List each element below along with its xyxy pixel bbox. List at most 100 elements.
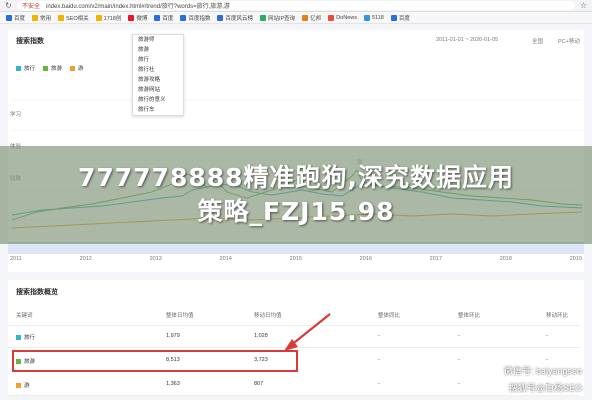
reload-icon[interactable]: ↻ bbox=[4, 1, 13, 10]
bookmark-item[interactable]: DoNews bbox=[328, 14, 357, 21]
bookmark-icon bbox=[95, 14, 102, 21]
suggestion-item[interactable]: 旅游师 bbox=[133, 35, 183, 45]
suggestion-item[interactable]: 旅游 bbox=[133, 45, 183, 55]
cell-text: 游 bbox=[24, 383, 30, 389]
timeline-year: 2016 bbox=[359, 256, 372, 262]
legend-item[interactable]: 旅行 bbox=[16, 64, 35, 72]
banner-line-2: 策略_FZJ15.98 bbox=[197, 197, 395, 226]
insecure-label[interactable]: 不安全 bbox=[22, 1, 40, 10]
timeline-year: 2014 bbox=[219, 256, 232, 262]
column-header: 整体同比 bbox=[378, 313, 401, 319]
region-select[interactable]: 全国 bbox=[532, 37, 543, 45]
bookmark-icon bbox=[302, 14, 309, 21]
annotation-arrow bbox=[284, 313, 331, 351]
legend-label: 游 bbox=[78, 66, 84, 72]
bookmark-item[interactable]: 百度 bbox=[390, 14, 410, 22]
bookmark-icon bbox=[217, 14, 224, 21]
cell-mmom: - bbox=[546, 357, 548, 363]
keyword-suggestion-dropdown[interactable]: 旅游师 旅游 旅行 旅行社 旅游攻略 旅游网站 旅行的意义 旅行车 bbox=[132, 34, 184, 116]
bookmark-icon bbox=[32, 14, 39, 21]
legend-swatch bbox=[16, 66, 21, 72]
cell-yoy: - bbox=[378, 357, 380, 363]
timeline-year: 2019 bbox=[569, 256, 582, 262]
cell-text: 1,363 bbox=[166, 381, 180, 387]
bookmark-icon bbox=[128, 14, 135, 21]
bookmark-item[interactable]: 百度 bbox=[6, 14, 25, 22]
bookmark-label: DoNews bbox=[336, 14, 357, 21]
bookmarks-bar: 百度 常用 SEO相关 1718创 微博 百度 百度指数 百度风云榜 网站IP查询 亿邦 DoNew… bbox=[0, 12, 592, 24]
bookmark-icon bbox=[180, 14, 187, 21]
legend-item[interactable]: 游 bbox=[70, 64, 84, 72]
suggestion-item[interactable]: 旅行车 bbox=[133, 105, 183, 115]
wechat-watermark: 微信号: baiyangseo bbox=[503, 366, 582, 376]
bookmark-icon bbox=[6, 14, 12, 21]
bookmark-label: 百度风云榜 bbox=[225, 15, 253, 22]
suggestion-item[interactable]: 旅行的意义 bbox=[133, 95, 183, 105]
bookmark-label: SEO相关 bbox=[66, 15, 89, 22]
legend-label: 旅行 bbox=[24, 66, 36, 72]
search-index-title: 搜索指数 bbox=[16, 38, 44, 45]
cell-text: 3,723 bbox=[254, 357, 268, 363]
cell-text: - bbox=[546, 357, 548, 363]
bookmark-item[interactable]: 微博 bbox=[128, 14, 147, 22]
cell-text: 旅行 bbox=[24, 335, 36, 341]
cell-text: - bbox=[458, 381, 460, 387]
cell-text: 807 bbox=[254, 381, 264, 387]
cell-mmom: - bbox=[546, 333, 548, 339]
timeline-years: 2011 2012 2013 2014 2015 2016 2017 2018 2019 bbox=[8, 256, 584, 262]
table-row[interactable]: 旅游 8,513 3,723 - - - bbox=[12, 350, 548, 372]
legend-swatch bbox=[70, 66, 76, 72]
bookmark-label: 百度 bbox=[14, 15, 26, 22]
bookmark-item[interactable]: 5118 bbox=[363, 14, 384, 21]
timeline-year: 2018 bbox=[499, 256, 512, 262]
bookmark-item[interactable]: 网站IP查询 bbox=[259, 14, 296, 22]
date-range[interactable]: 2011-01-01 ~ 2020-01-05 bbox=[436, 37, 498, 43]
bookmark-label: 百度 bbox=[162, 15, 174, 22]
legend-item[interactable]: 旅游 bbox=[43, 64, 62, 72]
bookmark-item[interactable]: SEO相关 bbox=[58, 14, 89, 22]
suggestion-item[interactable]: 旅游网站 bbox=[133, 85, 183, 95]
bookmark-icon bbox=[58, 14, 65, 21]
column-header: 整体日均值 bbox=[166, 313, 194, 319]
cell-text: 旅游 bbox=[24, 359, 36, 365]
bookmark-label: 百度指数 bbox=[188, 15, 211, 22]
device-select[interactable]: PC+移动 bbox=[558, 37, 580, 45]
cell-text: - bbox=[458, 333, 460, 339]
cell-daily: 8,513 bbox=[166, 357, 180, 363]
bookmark-item[interactable]: 百度 bbox=[154, 14, 173, 22]
url-field[interactable]: 不安全 index.baidu.com/v2/main/index.html#/… bbox=[17, 1, 575, 10]
bookmark-item[interactable]: 亿邦 bbox=[302, 14, 321, 22]
url-text: index.baidu.com/v2/main/index.html#/tren… bbox=[46, 4, 230, 10]
bookmark-item[interactable]: 百度指数 bbox=[180, 14, 210, 22]
cell-mobile: 807 bbox=[254, 381, 263, 387]
cell-text: - bbox=[458, 357, 460, 363]
timeline-slider[interactable]: 2011 2012 2013 2014 2015 2016 2017 2018 2019 bbox=[8, 242, 584, 268]
star-icon[interactable]: ☆ bbox=[579, 1, 588, 10]
cell-keyword: 旅游 bbox=[16, 357, 35, 365]
suggestion-item[interactable]: 旅行社 bbox=[133, 65, 183, 75]
cell-text: - bbox=[378, 357, 380, 363]
chart-legend: 旅行 旅游 游 bbox=[16, 64, 84, 72]
cell-text: 1,028 bbox=[254, 333, 268, 339]
table-row[interactable]: 游 1,363 807- - - bbox=[8, 374, 580, 396]
bookmark-item[interactable]: 常用 bbox=[32, 14, 51, 22]
bookmark-icon bbox=[259, 14, 266, 21]
cell-mom: - bbox=[458, 333, 460, 339]
cell-text: - bbox=[378, 333, 380, 339]
cell-keyword: 游 bbox=[16, 381, 30, 389]
bookmark-icon bbox=[328, 14, 335, 21]
legend-label: 旅游 bbox=[51, 66, 63, 72]
cell-daily: 1,363 bbox=[166, 381, 180, 387]
cell-mobile: 1,028 bbox=[254, 333, 268, 339]
bookmark-item[interactable]: 百度风云榜 bbox=[217, 14, 253, 22]
cell-mobile: 3,723 bbox=[254, 357, 268, 363]
bookmark-label: 网站IP查询 bbox=[267, 15, 296, 22]
suggestion-item[interactable]: 旅游攻略 bbox=[133, 75, 183, 85]
bookmark-label: 1718创 bbox=[103, 15, 122, 22]
column-header: 整体环比 bbox=[458, 313, 481, 319]
cell-daily: 1,979 bbox=[166, 333, 180, 339]
cell-keyword: 旅行 bbox=[16, 333, 35, 341]
suggestion-item[interactable]: 旅行 bbox=[133, 55, 183, 65]
bookmark-item[interactable]: 1718创 bbox=[95, 14, 122, 22]
sohu-watermark: 搜狐号@白杨SEO bbox=[508, 383, 582, 393]
